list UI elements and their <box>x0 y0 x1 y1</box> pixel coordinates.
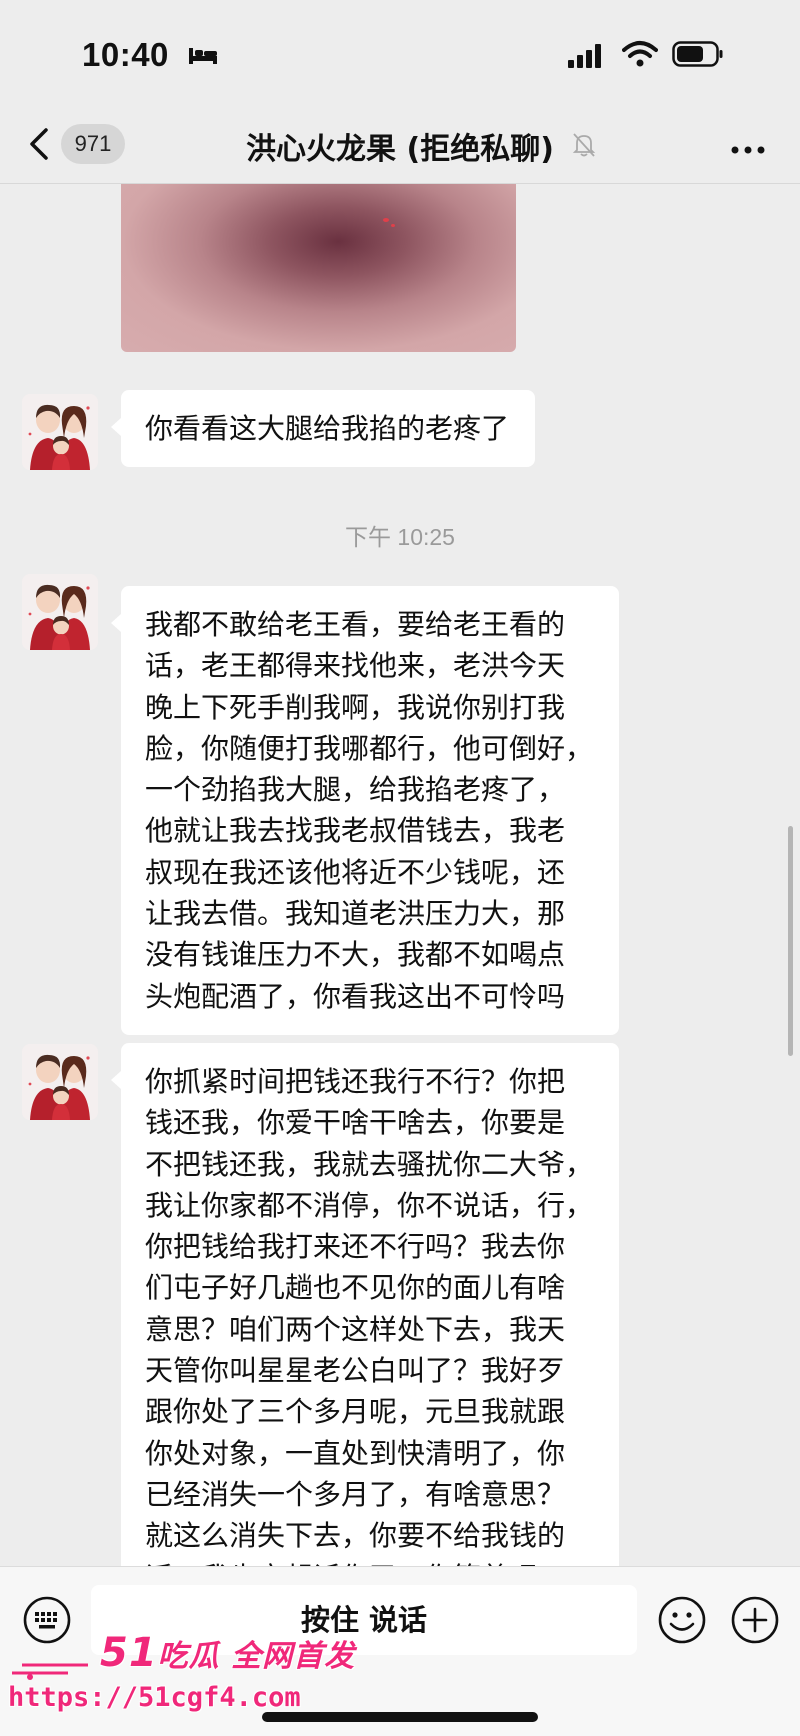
message-line: 你把钱给我打来还不行吗？我去你 <box>145 1230 566 1264</box>
message-line: 我让你家都不消停，你不说话，行， <box>145 1188 594 1222</box>
home-indicator <box>262 1712 538 1722</box>
message-line: 钱还我，你爱干啥干啥去，你要是 <box>145 1106 566 1140</box>
text-message[interactable]: 你抓紧时间把钱还我行不行？你把 钱还我，你爱干啥干啥去，你要是 不把钱还我，我就… <box>110 1043 620 1566</box>
message-line: 叔现在我还该他将近不少钱呢，还 <box>145 855 566 889</box>
bed-icon <box>188 44 218 70</box>
scrollbar[interactable] <box>788 826 793 1056</box>
chat-message-list[interactable]: 你看看这大腿给我掐的老疼了 下午 10:25 我都不敢给老王看，要给老王看的 话… <box>0 184 800 1566</box>
chat-title: 洪心火龙果 (拒绝私聊) <box>246 132 554 167</box>
message-line: 让我去借。我知道老洪压力大，那 <box>145 897 566 931</box>
signal-icon <box>568 44 604 72</box>
message-line: 没有钱谁压力不大，我都不如喝点 <box>145 938 566 972</box>
status-time: 10:40 <box>82 36 169 73</box>
watermark-url: https://51cgf4.com <box>8 1682 301 1713</box>
message-line: 你看看这大腿给我掐的老疼了 <box>145 412 510 445</box>
message-line: 我都不敢给老王看，要给老王看的 <box>145 608 566 641</box>
smiley-icon[interactable] <box>657 1595 707 1649</box>
bell-muted-icon <box>572 132 596 162</box>
watermark-number: 51 <box>100 1630 158 1676</box>
message-line: 你抓紧时间把钱还我行不行？你把 <box>145 1065 566 1098</box>
message-line: 头炮配酒了，你看我这出不可怜吗 <box>145 979 566 1013</box>
text-message[interactable]: 你看看这大腿给我掐的老疼了 <box>110 390 536 468</box>
message-line: 已经消失一个多月了，有啥意思？ <box>145 1477 566 1511</box>
message-line: 不把钱还我，我就去骚扰你二大爷， <box>145 1147 594 1181</box>
message-line: 晚上下死手削我啊，我说你别打我 <box>145 690 566 724</box>
message-line: 脸，你随便打我哪都行，他可倒好， <box>145 731 594 765</box>
message-line: 跟你处了三个多月呢，元旦我就跟 <box>145 1395 566 1429</box>
message-line: 一个劲掐我大腿，给我掐老疼了， <box>145 773 566 807</box>
watermark-text: 吃瓜 全网首发 <box>157 1639 356 1674</box>
message-line: 他就让我去找我老叔借钱去，我老 <box>145 814 566 848</box>
text-message[interactable]: 我都不敢给老王看，要给老王看的 话，老王都得来找他来，老洪今天 晚上下死手削我啊… <box>110 586 620 1035</box>
battery-icon <box>672 41 724 71</box>
message-line: 话，老王都得来找他来，老洪今天 <box>145 649 566 683</box>
keyboard-icon[interactable] <box>22 1595 72 1649</box>
time-divider: 下午 10:25 <box>345 524 455 550</box>
message-line: 话，我肯定起诉你了。你等着吧 <box>145 1557 593 1566</box>
message-line: 天管你叫星星老公白叫了？我好歹 <box>145 1354 566 1388</box>
image-message[interactable] <box>121 184 516 352</box>
status-bar: 10:40 <box>0 0 800 108</box>
message-line: 你处对象，一直处到快清明了，你 <box>145 1436 566 1470</box>
wifi-icon <box>622 40 658 72</box>
message-line: 们屯子好几趟也不见你的面儿有啥 <box>145 1271 566 1305</box>
avatar[interactable] <box>22 1044 98 1120</box>
plus-circle-icon[interactable] <box>730 1595 780 1649</box>
avatar[interactable] <box>22 394 98 470</box>
message-line: 就这么消失下去，你要不给我钱的 <box>145 1519 566 1553</box>
nav-bar: 971 洪心火龙果 (拒绝私聊) <box>0 108 800 184</box>
speed-lines-icon <box>8 1655 98 1685</box>
avatar[interactable] <box>22 574 98 650</box>
watermark-brand: 51吃瓜 全网首发 <box>100 1630 355 1676</box>
ellipsis-icon[interactable] <box>730 140 766 159</box>
message-line: 意思？咱们两个这样处下去，我天 <box>145 1312 566 1346</box>
